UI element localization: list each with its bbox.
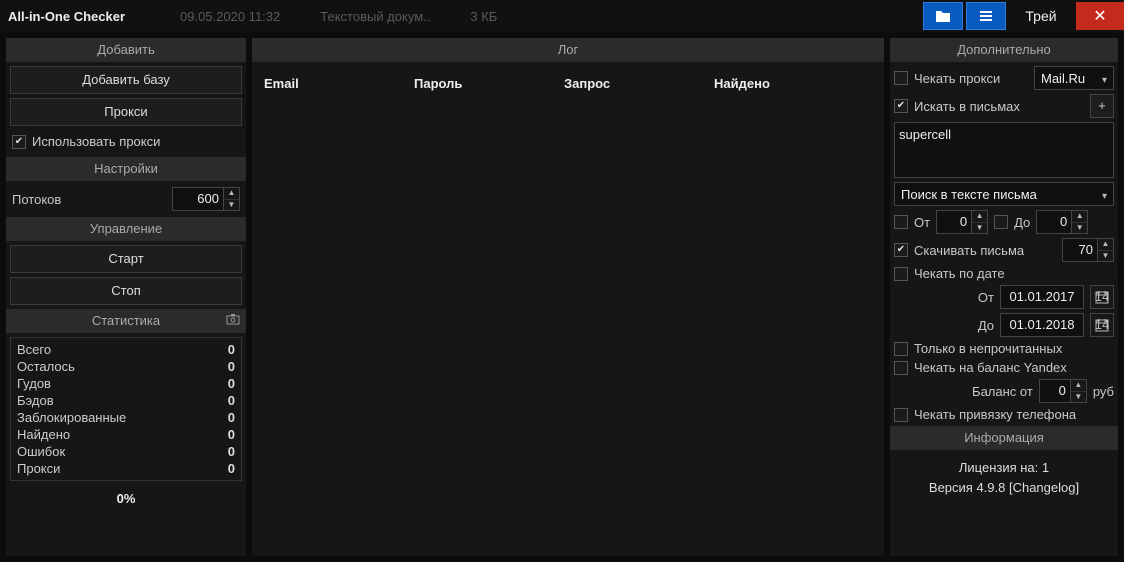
hdr-extra: Дополнительно	[890, 38, 1118, 62]
search-mail-checkbox[interactable]	[894, 99, 908, 113]
download-checkbox[interactable]	[894, 243, 908, 257]
balance-input[interactable]: 0	[1039, 379, 1071, 403]
download-spinner[interactable]: ▲▼	[1098, 238, 1114, 262]
calendar-icon[interactable]: 14	[1090, 313, 1114, 337]
from-spinner[interactable]: ▲▼	[972, 210, 988, 234]
stat-row: Осталось0	[17, 359, 235, 374]
unread-checkbox[interactable]	[894, 342, 908, 356]
search-mail-label: Искать в письмах	[914, 99, 1084, 114]
date-from-input[interactable]: 01.01.2017	[1000, 285, 1084, 309]
stats-panel: Всего0 Осталось0 Гудов0 Бэдов0 Заблокиро…	[10, 337, 242, 481]
use-proxy-label: Использовать прокси	[32, 134, 160, 149]
threads-input[interactable]: 600	[172, 187, 224, 211]
camera-icon[interactable]	[226, 313, 240, 325]
hdr-info: Информация	[890, 426, 1118, 450]
to-input[interactable]: 0	[1036, 210, 1072, 234]
progress-label: 0%	[6, 485, 246, 512]
yandex-label: Чекать на баланс Yandex	[914, 360, 1067, 375]
unread-label: Только в непрочитанных	[914, 341, 1062, 356]
phone-label: Чекать привязку телефона	[914, 407, 1076, 422]
download-input[interactable]: 70	[1062, 238, 1098, 262]
bydate-label: Чекать по дате	[914, 266, 1005, 281]
background-row: 09.05.2020 11:32 Текстовый докум.. 3 КБ	[170, 9, 923, 24]
hdr-control: Управление	[6, 217, 246, 241]
from-label: От	[914, 215, 930, 230]
bydate-checkbox[interactable]	[894, 267, 908, 281]
stat-row: Прокси0	[17, 461, 235, 476]
balance-label: Баланс от	[972, 384, 1033, 399]
stop-button[interactable]: Стоп	[10, 277, 242, 305]
menu-button[interactable]	[966, 2, 1006, 30]
stat-row: Бэдов0	[17, 393, 235, 408]
search-mode-select[interactable]: Поиск в тексте письма	[894, 182, 1114, 206]
calendar-icon[interactable]: 14	[1090, 285, 1114, 309]
bg-type: Текстовый докум..	[320, 9, 430, 24]
svg-text:14: 14	[1095, 290, 1109, 304]
bg-size: 3 КБ	[470, 9, 497, 24]
rub-label: руб	[1093, 384, 1114, 399]
to-checkbox[interactable]	[994, 215, 1008, 229]
stat-row: Ошибок0	[17, 444, 235, 459]
col-password[interactable]: Пароль	[414, 76, 564, 91]
from-input[interactable]: 0	[936, 210, 972, 234]
version-label[interactable]: Версия 4.9.8 [Changelog]	[890, 478, 1118, 498]
col-email[interactable]: Email	[264, 76, 414, 91]
check-proxy-checkbox[interactable]	[894, 71, 908, 85]
date-to-label: До	[978, 318, 994, 333]
bg-date: 09.05.2020 11:32	[180, 9, 280, 24]
use-proxy-checkbox[interactable]	[12, 135, 26, 149]
add-search-button[interactable]: +	[1090, 94, 1114, 118]
hdr-settings: Настройки	[6, 157, 246, 181]
to-label: До	[1014, 215, 1030, 230]
start-button[interactable]: Старт	[10, 245, 242, 273]
date-to-input[interactable]: 01.01.2018	[1000, 313, 1084, 337]
license-label: Лицензия на: 1	[890, 458, 1118, 478]
proxy-button[interactable]: Прокси	[10, 98, 242, 126]
close-button[interactable]: ✕	[1076, 2, 1124, 30]
stat-row: Гудов0	[17, 376, 235, 391]
stat-row: Заблокированные0	[17, 410, 235, 425]
from-checkbox[interactable]	[894, 215, 908, 229]
balance-spinner[interactable]: ▲▼	[1071, 379, 1087, 403]
folder-button[interactable]	[923, 2, 963, 30]
add-base-button[interactable]: Добавить базу	[10, 66, 242, 94]
tray-button[interactable]: Трей	[1009, 2, 1073, 30]
threads-label: Потоков	[12, 192, 61, 207]
date-from-label: От	[978, 290, 994, 305]
stat-row: Всего0	[17, 342, 235, 357]
provider-select[interactable]: Mail.Ru	[1034, 66, 1114, 90]
log-columns: Email Пароль Запрос Найдено	[252, 66, 884, 97]
yandex-checkbox[interactable]	[894, 361, 908, 375]
check-proxy-label: Чекать прокси	[914, 71, 1028, 86]
svg-text:14: 14	[1095, 318, 1109, 332]
col-request[interactable]: Запрос	[564, 76, 714, 91]
phone-checkbox[interactable]	[894, 408, 908, 422]
app-title: All-in-One Checker	[0, 9, 170, 24]
download-label: Скачивать письма	[914, 243, 1056, 258]
to-spinner[interactable]: ▲▼	[1072, 210, 1088, 234]
hdr-log: Лог	[252, 38, 884, 62]
threads-spinner[interactable]: ▲▼	[224, 187, 240, 211]
hdr-add: Добавить	[6, 38, 246, 62]
col-found[interactable]: Найдено	[714, 76, 864, 91]
stat-row: Найдено0	[17, 427, 235, 442]
hdr-stats: Статистика	[6, 309, 246, 333]
search-textarea[interactable]	[894, 122, 1114, 178]
